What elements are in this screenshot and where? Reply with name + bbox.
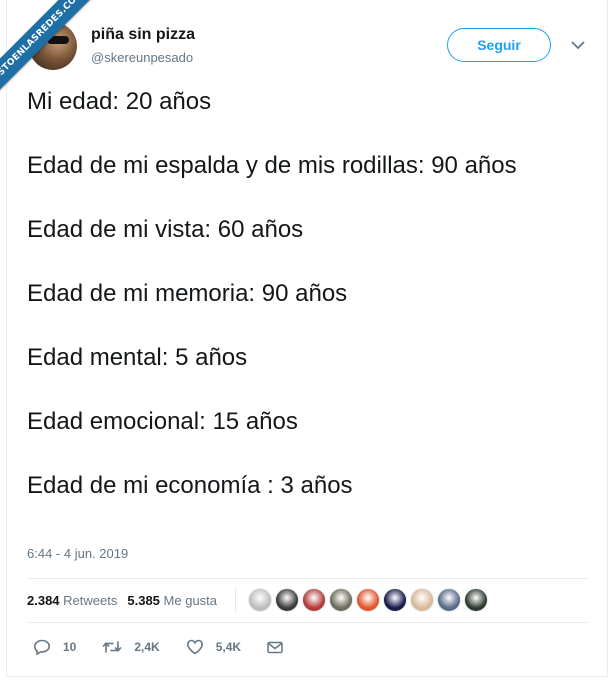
liker-avatars bbox=[248, 588, 491, 612]
liker-avatar[interactable] bbox=[383, 588, 408, 612]
retweets-stat[interactable]: 2.384 Retweets bbox=[27, 593, 117, 608]
retweets-count: 2.384 bbox=[27, 592, 60, 608]
retweet-action[interactable]: 2,4K bbox=[102, 639, 160, 655]
tweet-line: Mi edad: 20 años bbox=[27, 88, 212, 115]
tweet-line: Edad de mi economía : 3 años bbox=[27, 472, 353, 499]
engagement-stats: 2.384 Retweets 5.385 Me gusta bbox=[27, 580, 491, 620]
stats-separator bbox=[235, 586, 237, 614]
liker-avatar[interactable] bbox=[248, 588, 273, 612]
liker-avatar[interactable] bbox=[437, 588, 462, 612]
watermark-text: VISTOENLASREDES.COM bbox=[0, 0, 98, 98]
liker-avatar[interactable] bbox=[329, 588, 354, 612]
tweet-line: Edad de mi espalda y de mis rodillas: 90… bbox=[27, 152, 517, 179]
envelope-icon bbox=[267, 641, 283, 653]
tweet-line: Edad emocional: 15 años bbox=[27, 408, 298, 435]
likes-stat[interactable]: 5.385 Me gusta bbox=[127, 593, 217, 608]
tweet-line: Edad mental: 5 años bbox=[27, 344, 248, 371]
chevron-down-icon[interactable] bbox=[569, 36, 587, 54]
watermark-ribbon: VISTOENLASREDES.COM bbox=[0, 0, 110, 110]
liker-avatar[interactable] bbox=[302, 588, 327, 612]
liker-avatar[interactable] bbox=[275, 588, 300, 612]
retweet-count: 2,4K bbox=[134, 640, 160, 654]
heart-icon bbox=[186, 639, 203, 655]
follow-button[interactable]: Seguir bbox=[447, 28, 551, 62]
tweet-timestamp[interactable]: 6:44 - 4 jun. 2019 bbox=[27, 546, 128, 561]
tweet-line: Edad de mi memoria: 90 años bbox=[27, 280, 348, 307]
divider bbox=[27, 578, 589, 579]
liker-avatar[interactable] bbox=[356, 588, 381, 612]
reply-icon bbox=[33, 639, 51, 655]
tweet-actions: 10 2,4K 5,4K bbox=[33, 636, 321, 658]
retweets-label: Retweets bbox=[63, 592, 118, 608]
reply-count: 10 bbox=[63, 640, 77, 654]
retweet-icon bbox=[103, 641, 122, 653]
message-action[interactable] bbox=[267, 641, 295, 654]
reply-action[interactable]: 10 bbox=[33, 639, 76, 655]
liker-avatar[interactable] bbox=[464, 588, 489, 612]
like-count: 5,4K bbox=[215, 640, 242, 654]
tweet-line: Edad de mi vista: 60 años bbox=[27, 216, 304, 243]
divider bbox=[27, 622, 589, 623]
likes-label: Me gusta bbox=[163, 592, 218, 608]
likes-count: 5.385 bbox=[127, 592, 160, 608]
like-action[interactable]: 5,4K bbox=[186, 639, 241, 655]
tweet-text: Mi edad: 20 años Edad de mi espalda y de… bbox=[27, 86, 587, 502]
liker-avatar[interactable] bbox=[410, 588, 435, 612]
